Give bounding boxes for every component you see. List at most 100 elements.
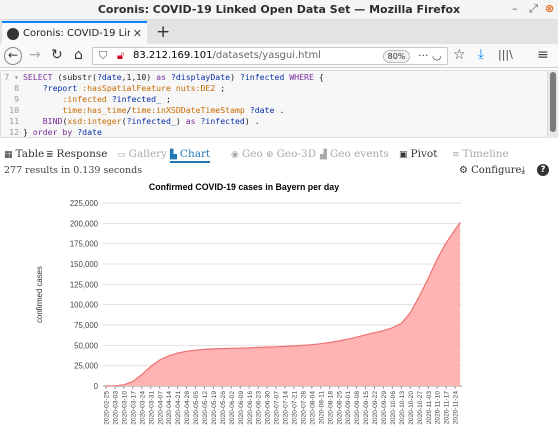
area-chart: 0 25,000 50,000 75,000 100,000 125,000 150,000… — [35, 199, 462, 425]
editor-scrollbar[interactable] — [548, 70, 558, 138]
hamburger-menu-icon[interactable]: ≡ — [537, 47, 549, 63]
code-line[interactable]: 8 ?report :hasSpatialFeature nuts:DE2 ; — [1, 83, 225, 94]
line-number: 7 ▾ — [4, 72, 19, 82]
tab-geo-3d[interactable]: ⊕ Geo-3D — [266, 148, 316, 160]
browser-tab[interactable]: Coronis: COVID-19 Linked Ope ✕ — [2, 21, 147, 44]
tab-geo-events[interactable]: ▟ Geo events — [320, 148, 389, 160]
gear-icon: ⚙ — [459, 165, 468, 176]
tab-strip: Coronis: COVID-19 Linked Ope ✕ + — [0, 20, 558, 44]
forward-arrow-icon[interactable]: → — [29, 47, 41, 63]
x-tick-label: 2020-03-03 — [113, 391, 120, 425]
y-tick-label: 200,000 — [70, 219, 99, 228]
geo-icon: ◉ — [231, 150, 239, 160]
code-line[interactable]: 12} order by ?date — [1, 127, 102, 137]
tab-label: Response — [56, 148, 108, 160]
x-tick-label: 2020-05-19 — [211, 391, 218, 425]
code-text: :infected ?infected_ ; — [62, 94, 171, 104]
geo-3d-icon: ⊕ — [266, 150, 274, 160]
code-text: } order by ?date — [23, 127, 102, 137]
y-tick-label: 150,000 — [70, 260, 99, 269]
code-text: SELECT (substr(?date,1,10) as ?displayDa… — [23, 72, 324, 82]
x-tick-label: 2020-03-10 — [121, 391, 128, 425]
tab-gallery[interactable]: ▭ Gallery — [117, 148, 167, 160]
x-tick-label: 2020-06-02 — [229, 391, 236, 425]
pivot-icon: ▣ — [399, 150, 408, 160]
chart-container: Confirmed COVID-19 cases in Bayern per d… — [0, 180, 558, 448]
tab-geo[interactable]: ◉ Geo — [231, 148, 263, 160]
y-tick-label: 125,000 — [70, 280, 99, 289]
code-text: BIND(xsd:integer(?infected_) as ?infecte… — [42, 116, 260, 126]
url-text[interactable]: 83.212.169.101/datasets/yasgui.html — [133, 50, 321, 61]
x-tick-label: 2020-02-25 — [104, 391, 111, 425]
response-icon: ≣ — [46, 150, 54, 160]
x-tick-label: 2020-04-14 — [166, 391, 173, 425]
page-actions-menu-icon[interactable]: ··· — [418, 49, 429, 62]
x-tick-label: 2020-08-04 — [309, 391, 316, 425]
geo-events-icon: ▟ — [320, 150, 327, 160]
x-tick-label: 2020-09-29 — [381, 391, 388, 425]
insecure-lock-icon[interactable]: 🔓︎ — [117, 49, 124, 63]
x-tick-label: 2020-10-27 — [417, 391, 424, 425]
x-tick-label: 2020-03-31 — [148, 391, 155, 425]
export-download-icon[interactable]: ⤓ — [521, 165, 525, 176]
url-bar[interactable]: ⛉ 🔓︎ 83.212.169.101/datasets/yasgui.html… — [92, 47, 448, 65]
x-tick-label: 2020-08-11 — [318, 391, 325, 425]
tab-title: Coronis: COVID-19 Linked Ope — [23, 28, 130, 39]
zoom-level-badge[interactable]: 80% — [383, 50, 410, 63]
editor-scrollbar-thumb[interactable] — [550, 72, 556, 132]
line-number: 9 — [14, 94, 19, 104]
x-tick-label: 2020-09-01 — [345, 391, 352, 425]
tab-pivot[interactable]: ▣ Pivot — [399, 148, 437, 160]
back-arrow-icon[interactable]: ← — [4, 47, 22, 65]
x-tick-label: 2020-06-23 — [256, 391, 263, 425]
library-icon[interactable]: |||\ — [498, 48, 513, 61]
favicon-icon — [7, 27, 19, 40]
tab-label: Geo-3D — [276, 148, 317, 160]
tab-label: Geo events — [329, 148, 389, 160]
download-icon[interactable]: ⤓ — [478, 47, 484, 62]
reload-icon[interactable]: ↻ — [51, 47, 63, 63]
tab-close-icon[interactable]: ✕ — [133, 27, 142, 40]
x-tick-label: 2020-10-13 — [399, 391, 406, 425]
table-icon: ▦ — [4, 150, 13, 160]
line-number: 10 — [9, 105, 19, 115]
tab-label: Chart — [179, 148, 211, 160]
code-line[interactable]: 9 :infected ?infected_ ; — [1, 94, 171, 105]
x-tick-label: 2020-06-30 — [265, 391, 272, 425]
code-line[interactable]: 7 ▾ SELECT (substr(?date,1,10) as ?displa… — [1, 72, 324, 83]
pocket-icon[interactable]: ◡ — [432, 49, 442, 62]
maximize-icon[interactable]: ⤢ — [529, 2, 538, 16]
new-tab-button[interactable]: + — [156, 22, 170, 42]
x-tick-label: 2020-03-17 — [130, 391, 137, 425]
code-text: time:has_time/time:inXSDDateTimeStamp ?d… — [62, 105, 285, 115]
tracking-shield-icon[interactable]: ⛉ — [99, 49, 107, 63]
navigation-toolbar: ← → ↻ ⌂ ⛉ 🔓︎ 83.212.169.101/datasets/yas… — [0, 44, 558, 68]
configure-button[interactable]: ⚙ Configure — [459, 165, 521, 176]
tab-table[interactable]: ▦ Table — [4, 148, 44, 160]
minimize-icon[interactable]: – — [512, 2, 518, 15]
gallery-icon: ▭ — [117, 150, 126, 160]
x-tick-label: 2020-11-03 — [426, 391, 433, 425]
tab-response[interactable]: ≣ Response — [46, 148, 107, 160]
tab-chart[interactable]: ▙ Chart — [170, 148, 211, 163]
close-window-icon[interactable]: ⊗ — [545, 2, 554, 15]
tab-label: Table — [15, 148, 45, 160]
x-tick-label: 2020-07-28 — [300, 391, 307, 425]
code-line[interactable]: 10 time:has_time/time:inXSDDateTimeStamp… — [1, 105, 284, 116]
url-host: 83.212.169.101 — [133, 50, 213, 61]
y-tick-label: 75,000 — [74, 321, 99, 330]
bookmark-star-icon[interactable]: ☆ — [453, 47, 466, 63]
x-tick-label: 2020-07-21 — [292, 391, 299, 425]
tab-label: Geo — [241, 148, 263, 160]
sparql-query-editor[interactable]: 7 ▾ SELECT (substr(?date,1,10) as ?displa… — [0, 70, 548, 138]
x-tick-label: 2020-07-07 — [274, 391, 281, 425]
configure-label: Configure — [471, 165, 522, 176]
tab-timeline[interactable]: ≡ Timeline — [452, 148, 509, 160]
help-icon[interactable]: ? — [537, 164, 549, 176]
y-tick-label: 225,000 — [70, 199, 99, 208]
x-tick-label: 2020-10-06 — [390, 391, 397, 425]
home-icon[interactable]: ⌂ — [74, 47, 83, 63]
code-line[interactable]: 11 BIND(xsd:integer(?infected_) as ?infe… — [1, 116, 260, 127]
x-tick-label: 2020-07-14 — [283, 391, 290, 425]
tab-label: Timeline — [462, 148, 509, 160]
